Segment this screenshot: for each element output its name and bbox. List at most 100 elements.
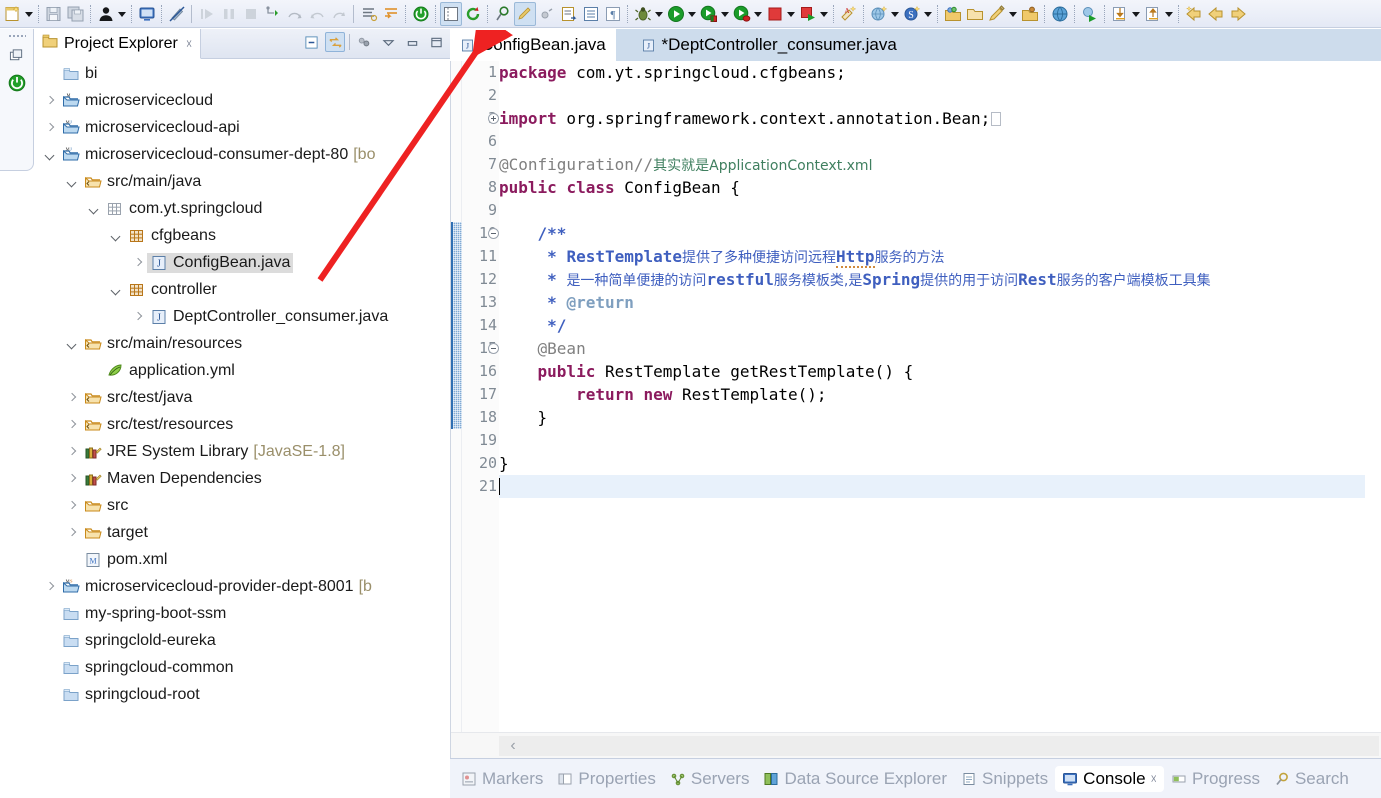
run-server-dropdown-arrow[interactable]: [720, 2, 731, 26]
tab-project-explorer[interactable]: Project Explorer ☓: [34, 29, 202, 59]
gear-small-icon[interactable]: [536, 2, 558, 26]
close-icon[interactable]: ☓: [1151, 772, 1157, 786]
bottom-tab-snippets[interactable]: Snippets: [954, 766, 1055, 792]
chevron-right-icon[interactable]: [42, 120, 58, 136]
tree-item-bi[interactable]: bi: [34, 60, 450, 87]
toggle-block-selection-icon[interactable]: [440, 1, 462, 26]
collapse-all-icon[interactable]: [301, 32, 321, 52]
tree-item-target[interactable]: target: [34, 519, 450, 546]
profile-icon[interactable]: [731, 2, 753, 26]
chevron-right-icon[interactable]: [64, 444, 80, 460]
open-task-dropdown-arrow[interactable]: [1008, 2, 1019, 26]
save-icon[interactable]: [43, 2, 65, 26]
editor-horizontal-scrollbar[interactable]: ‹: [451, 732, 1381, 758]
skip-breakpoints-icon[interactable]: [358, 2, 380, 26]
web-browser-icon[interactable]: [1049, 2, 1071, 26]
chevron-down-icon[interactable]: [64, 174, 80, 190]
profile-dropdown-arrow[interactable]: [753, 2, 764, 26]
chevron-right-icon[interactable]: [64, 525, 80, 541]
tree-item-src-test-resources[interactable]: src/test/resources: [34, 411, 450, 438]
step-into-icon[interactable]: [262, 2, 284, 26]
new-annotation-icon[interactable]: A: [838, 2, 860, 26]
new-snippet-dropdown-arrow[interactable]: [923, 2, 934, 26]
tree-item-com-yt-springcloud[interactable]: com.yt.springcloud: [34, 195, 450, 222]
stop-red-icon[interactable]: [764, 2, 786, 26]
export-icon[interactable]: [1142, 2, 1164, 26]
run-external-dropdown-arrow[interactable]: [819, 2, 830, 26]
bottom-tab-console[interactable]: Console ☓: [1055, 765, 1164, 792]
tree-item-springclold-eureka[interactable]: springclold-eureka: [34, 627, 450, 654]
chevron-right-icon[interactable]: [130, 309, 146, 325]
debug-icon[interactable]: [632, 2, 654, 26]
tree-item-springcloud-root[interactable]: springcloud-root: [34, 681, 450, 708]
tree-item-jre-system-library[interactable]: JRE System Library [JavaSE-1.8]: [34, 438, 450, 465]
tree-item-configbean-java[interactable]: J ConfigBean.java: [34, 249, 450, 276]
monitor-icon[interactable]: [136, 2, 158, 26]
bottom-tab-search[interactable]: Search: [1267, 766, 1356, 792]
open-task-icon[interactable]: [986, 2, 1008, 26]
chevron-right-icon[interactable]: [64, 498, 80, 514]
fold-collapse-icon[interactable]: [488, 343, 499, 354]
tree-item-my-spring-boot-ssm[interactable]: my-spring-boot-ssm: [34, 600, 450, 627]
chevron-right-icon[interactable]: [64, 390, 80, 406]
step-over-icon[interactable]: [284, 2, 306, 26]
restore-view-icon[interactable]: [0, 41, 33, 69]
run-server-icon[interactable]: [698, 2, 720, 26]
stop-dropdown-arrow[interactable]: [786, 2, 797, 26]
bottom-tab-servers[interactable]: Servers: [663, 766, 757, 792]
view-menu-filter-icon[interactable]: [354, 32, 374, 52]
project-tree[interactable]: bi Mmicroservicecloud M Jmicroservicecloud-…: [34, 60, 450, 742]
pause-icon[interactable]: [218, 2, 240, 26]
person-dropdown-arrow[interactable]: [117, 2, 128, 26]
tree-item-pom-xml[interactable]: Mpom.xml: [34, 546, 450, 573]
hscroll-thumb[interactable]: [499, 736, 1379, 756]
person-icon[interactable]: [95, 2, 117, 26]
new-package-icon[interactable]: [868, 2, 890, 26]
drop-to-frame-icon[interactable]: [328, 2, 350, 26]
open-type-icon[interactable]: [942, 2, 964, 26]
open-folder-icon[interactable]: [964, 2, 986, 26]
tree-item-src-main-resources[interactable]: src/main/resources: [34, 330, 450, 357]
chevron-down-icon[interactable]: [86, 201, 102, 217]
refresh-icon[interactable]: [462, 2, 484, 26]
fold-expand-icon[interactable]: [488, 113, 499, 124]
minimize-icon[interactable]: [402, 32, 422, 52]
import-dropdown-arrow[interactable]: [1131, 2, 1142, 26]
open-package-icon[interactable]: [1019, 2, 1041, 26]
edit-pencil-icon[interactable]: [514, 1, 536, 26]
bottom-tab-progress[interactable]: Progress: [1164, 766, 1267, 792]
search-pin-icon[interactable]: [492, 2, 514, 26]
run-dropdown-arrow[interactable]: [687, 2, 698, 26]
stop-icon[interactable]: [240, 2, 262, 26]
chevron-right-icon[interactable]: [42, 93, 58, 109]
chevron-down-icon[interactable]: [42, 147, 58, 163]
view-menu-icon[interactable]: [378, 32, 398, 52]
hierarchy-icon[interactable]: [380, 2, 402, 26]
editor-tab-2[interactable]: J *DeptController_consumer.java: [631, 29, 907, 61]
code-text[interactable]: package com.yt.springcloud.cfgbeans; imp…: [499, 61, 1381, 758]
export-dropdown-arrow[interactable]: [1164, 2, 1175, 26]
editor-tab-1[interactable]: J ConfigBean.java: [450, 29, 616, 61]
tree-item-src[interactable]: src: [34, 492, 450, 519]
tree-item-maven-dependencies[interactable]: Maven Dependencies: [34, 465, 450, 492]
server-power-icon[interactable]: [0, 69, 33, 97]
chevron-right-icon[interactable]: [42, 579, 58, 595]
chevron-down-icon[interactable]: [108, 282, 124, 298]
editor-marker-bar[interactable]: [451, 61, 462, 758]
back-star-icon[interactable]: [1183, 2, 1205, 26]
close-icon[interactable]: ☓: [186, 37, 192, 51]
tree-item-src-test-java[interactable]: src/test/java: [34, 384, 450, 411]
fold-collapse-icon[interactable]: [488, 228, 499, 239]
step-return-icon[interactable]: [306, 2, 328, 26]
new-wizard-icon[interactable]: [2, 2, 24, 26]
tree-item-cfgbeans[interactable]: cfgbeans: [34, 222, 450, 249]
save-all-icon[interactable]: [65, 2, 87, 26]
pilcrow-icon[interactable]: ¶: [602, 2, 624, 26]
step-run-icon[interactable]: [196, 2, 218, 26]
tree-item-microservicecloud-provider-dept-8001[interactable]: M Smicroservicecloud-provider-dept-8001 [b: [34, 573, 450, 600]
outline-icon[interactable]: [580, 2, 602, 26]
tree-item-src-main-java[interactable]: src/main/java: [34, 168, 450, 195]
deploy-icon[interactable]: [1079, 2, 1101, 26]
bottom-tab-data-source-explorer[interactable]: Data Source Explorer: [756, 766, 954, 792]
chevron-right-icon[interactable]: [64, 471, 80, 487]
